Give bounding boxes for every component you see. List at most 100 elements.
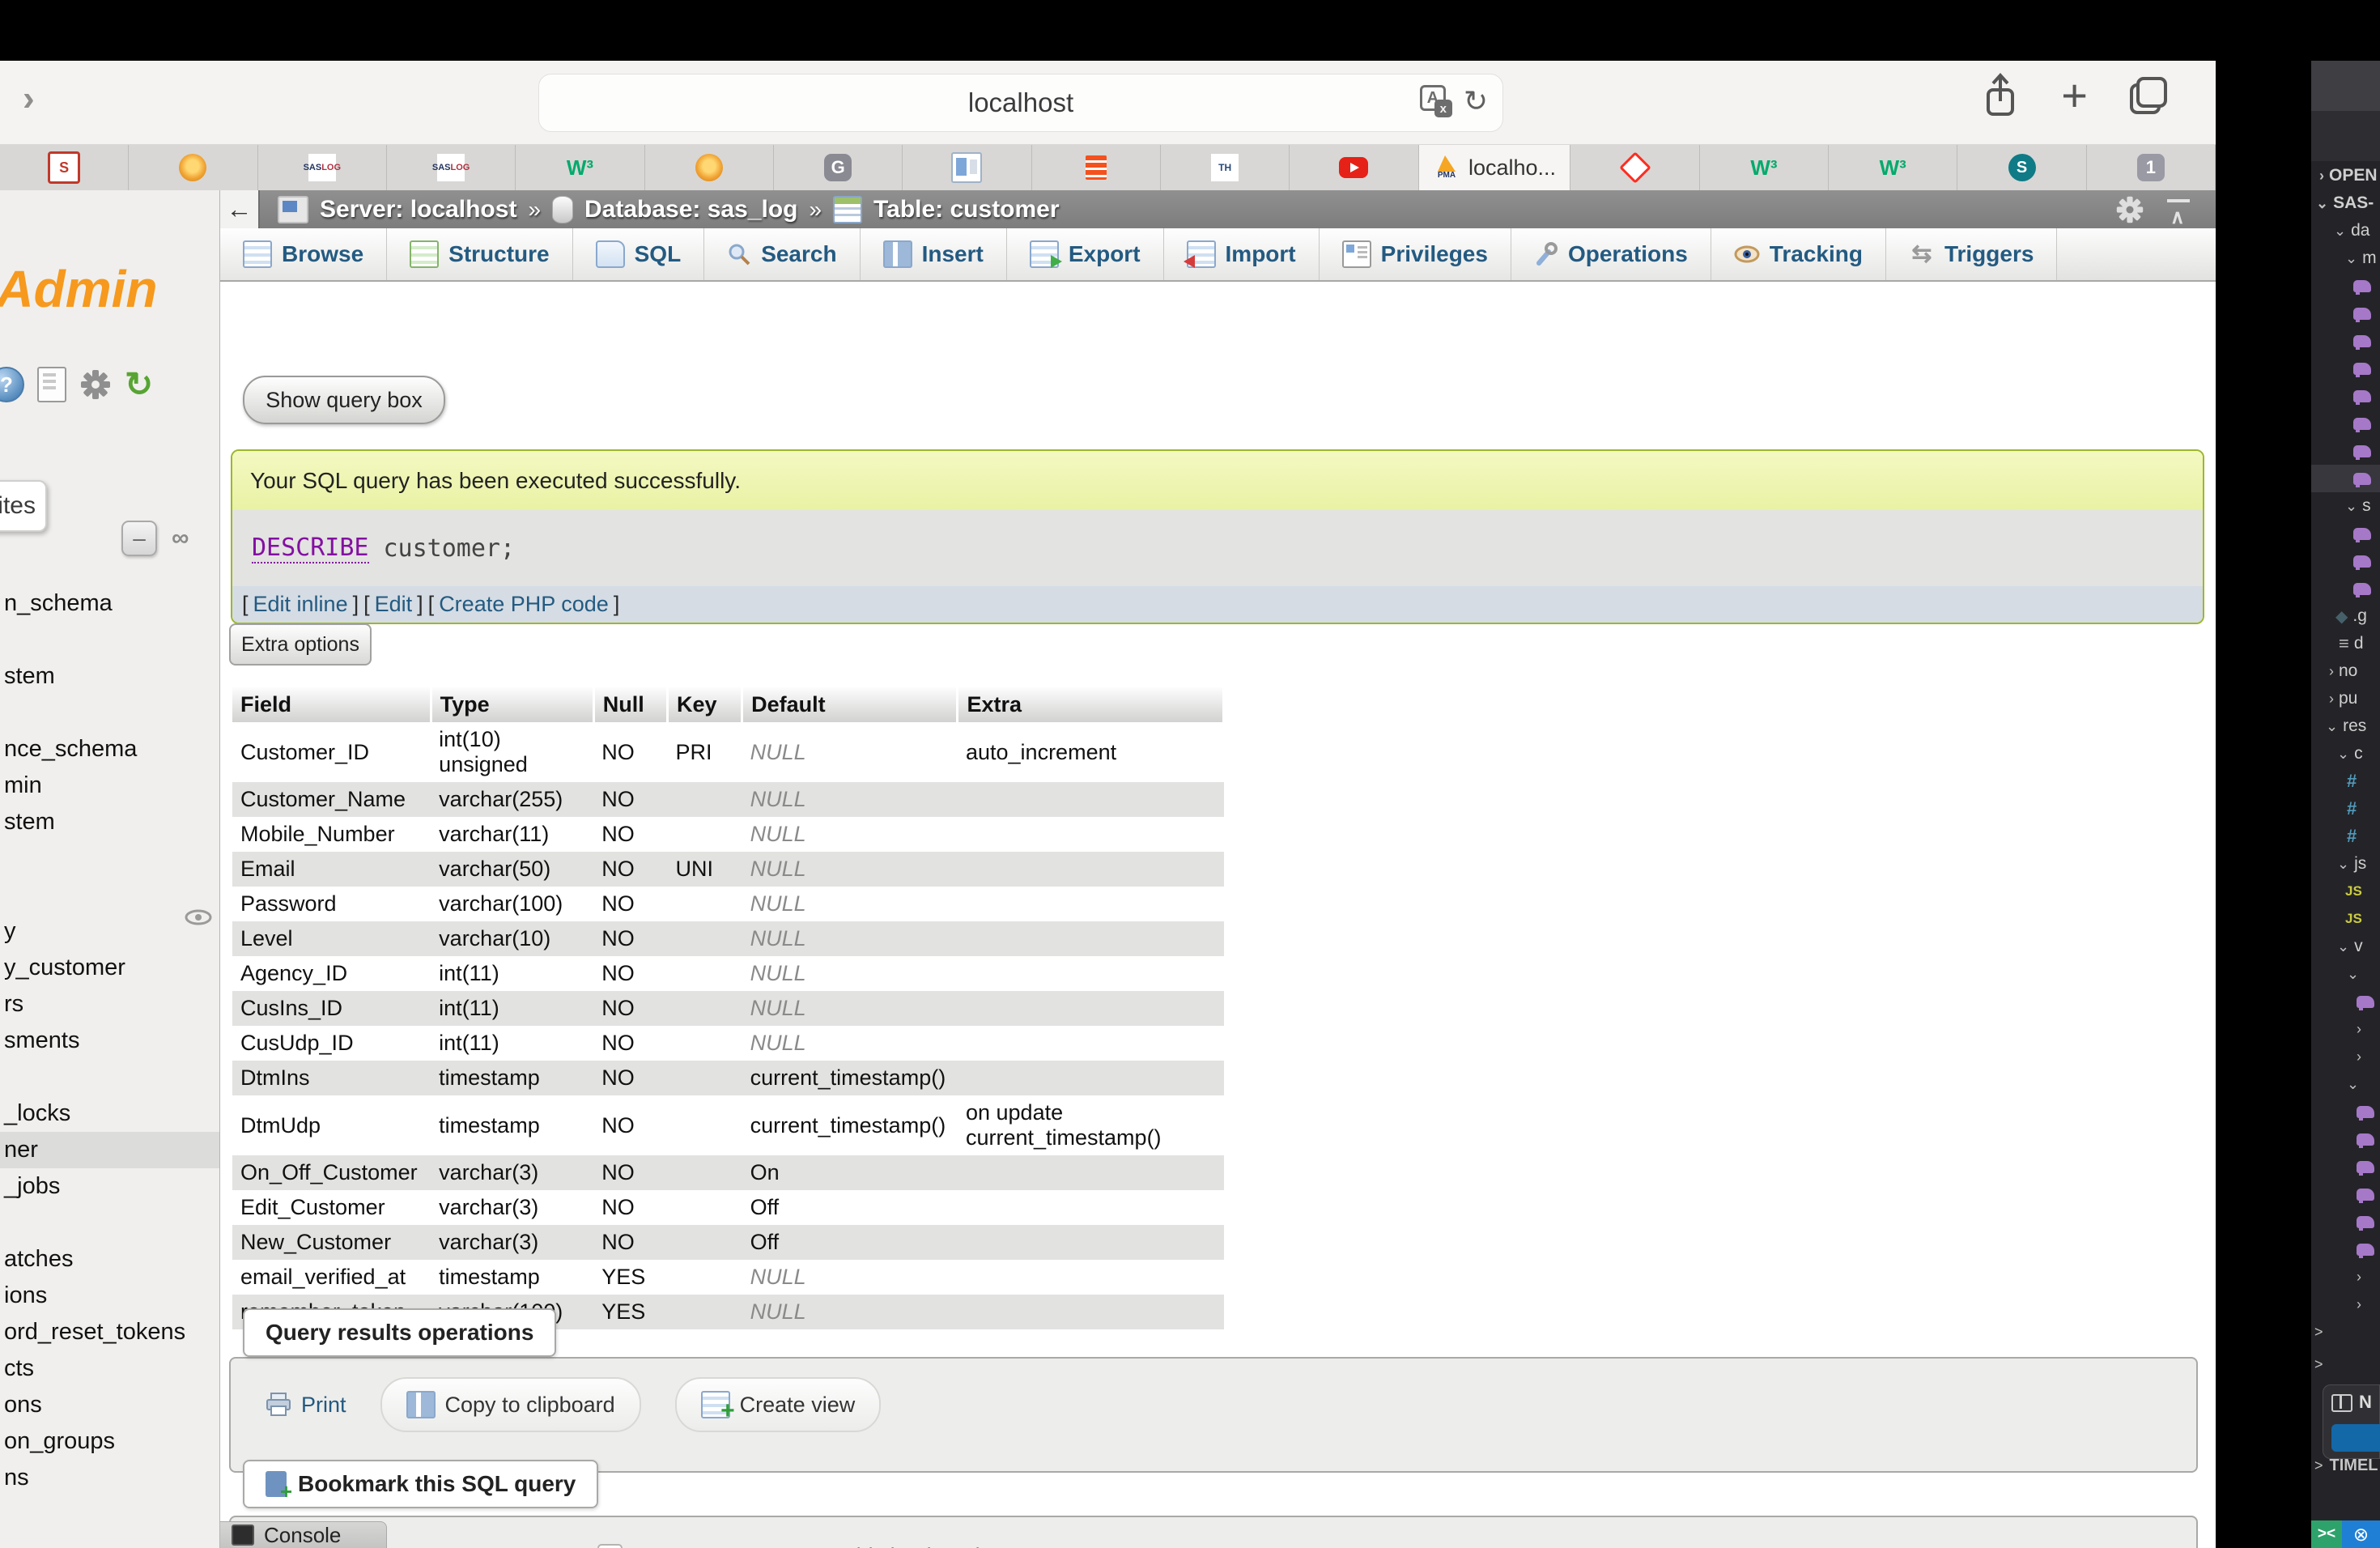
vscode-file-php[interactable] (2311, 272, 2380, 300)
sidebar-item-stem[interactable]: stem (0, 658, 219, 695)
vscode-file-php[interactable] (2311, 1153, 2380, 1180)
sidebar-item-sments[interactable]: sments (0, 1023, 219, 1059)
breadcrumb-database[interactable]: Database: sas_log (584, 196, 797, 223)
tab[interactable] (129, 145, 257, 190)
menu-tab-browse[interactable]: Browse (220, 228, 387, 280)
vscode-file-php[interactable] (2311, 355, 2380, 382)
breadcrumb-table[interactable]: Table: customer (873, 196, 1060, 223)
sidebar-item-ner[interactable]: ner (0, 1132, 219, 1168)
share-icon[interactable] (1982, 72, 2019, 119)
sidebar-item-rs[interactable]: rs (0, 986, 219, 1023)
tab[interactable]: SASLOG (387, 145, 516, 190)
breadcrumb-server[interactable]: Server: localhost (320, 196, 516, 223)
settings-gear-icon[interactable] (79, 368, 112, 401)
menu-tab-import[interactable]: Import (1164, 228, 1320, 280)
menu-tab-search[interactable]: Search (704, 228, 860, 280)
sidebar-item-min[interactable]: min (0, 768, 219, 804)
sidebar-item-nce_schema[interactable]: nce_schema (0, 731, 219, 768)
link-icon[interactable]: ∞ (172, 525, 189, 552)
tab[interactable] (1290, 145, 1418, 190)
vscode-folder[interactable]: › (2311, 1043, 2380, 1070)
vscode-file-css[interactable]: # (2311, 823, 2380, 850)
vscode-remote-indicator[interactable]: >< (2311, 1520, 2342, 1548)
show-query-box-button[interactable]: Show query box (243, 376, 445, 424)
tab[interactable]: G (774, 145, 903, 190)
vscode-section-chevron-icon[interactable]: > (2314, 1356, 2323, 1373)
vscode-folder[interactable]: ⌄v (2311, 933, 2380, 960)
menu-tab-tracking[interactable]: Tracking (1711, 228, 1886, 280)
tab[interactable]: W³ (516, 145, 644, 190)
tab[interactable]: W³ (1829, 145, 1957, 190)
vscode-file-php[interactable] (2311, 382, 2380, 410)
sidebar-chevron-icon[interactable]: › (23, 79, 35, 119)
vscode-file-php[interactable] (2311, 1208, 2380, 1235)
vscode-section-chevron-icon[interactable]: > (2314, 1324, 2323, 1341)
menu-tab-operations[interactable]: Operations (1511, 228, 1711, 280)
menu-tab-insert[interactable]: Insert (861, 228, 1007, 280)
vscode-file-js[interactable]: JS (2311, 905, 2380, 933)
menu-tab-triggers[interactable]: ⇆Triggers (1886, 228, 2057, 280)
sidebar-item-cts[interactable]: cts (0, 1350, 219, 1387)
new-tab-icon[interactable]: + (2061, 73, 2088, 118)
collapse-top-icon[interactable]: ∧ (2165, 198, 2193, 222)
tab[interactable]: TH (1161, 145, 1290, 190)
sidebar-item-_jobs[interactable]: _jobs (0, 1168, 219, 1205)
vscode-folder[interactable]: ⌄c (2311, 740, 2380, 768)
tab[interactable] (1570, 145, 1699, 190)
reload-icon[interactable]: ↻ (1464, 84, 1488, 118)
vscode-timeline-header[interactable]: > TIMEL (2314, 1457, 2378, 1475)
vscode-file-php[interactable] (2311, 300, 2380, 327)
sidebar-item-ns[interactable]: ns (0, 1460, 219, 1496)
help-icon[interactable]: ? (0, 367, 24, 402)
tab[interactable]: S (1957, 145, 2086, 190)
vscode-file-php[interactable] (2311, 465, 2380, 492)
vscode-file-list[interactable]: ≡d (2311, 630, 2380, 657)
vscode-folder[interactable]: ›no (2311, 657, 2380, 685)
vscode-folder[interactable]: ⌄ (2311, 960, 2380, 988)
menu-tab-sql[interactable]: SQL (573, 228, 705, 280)
create-view-button[interactable]: Create view (675, 1377, 882, 1432)
vscode-folder[interactable]: ⌄s (2311, 492, 2380, 520)
vscode-folder[interactable]: › (2311, 1291, 2380, 1318)
tab-overview-icon[interactable] (2130, 77, 2167, 114)
vscode-file-php[interactable] (2311, 520, 2380, 547)
vscode-file-php[interactable] (2311, 1180, 2380, 1208)
vscode-folder[interactable]: ⌄da (2311, 217, 2380, 245)
vscode-file-php[interactable] (2311, 1098, 2380, 1125)
edit-link-create-php-code[interactable]: Create PHP code (439, 592, 609, 617)
tab[interactable]: S (0, 145, 129, 190)
vscode-status-errors[interactable]: ⊗ (2342, 1520, 2380, 1548)
sidebar-item-n_schema[interactable]: n_schema (0, 585, 219, 622)
menu-tab-privileges[interactable]: Privileges (1320, 228, 1511, 280)
tab[interactable]: W³ (1700, 145, 1829, 190)
vscode-notification[interactable]: N (2323, 1384, 2380, 1459)
tab[interactable]: SASLOG (258, 145, 387, 190)
vscode-file-php[interactable] (2311, 547, 2380, 575)
menu-tab-structure[interactable]: Structure (387, 228, 572, 280)
refresh-icon[interactable]: ↻ (125, 368, 153, 402)
favorites-button[interactable]: rites (0, 480, 47, 532)
tab-active-phpmyadmin[interactable]: PMAlocalho... (1419, 145, 1571, 190)
sidebar-item-ions[interactable]: ions (0, 1278, 219, 1314)
vscode-file-php[interactable] (2311, 437, 2380, 465)
edit-link-edit-inline[interactable]: Edit inline (253, 592, 348, 617)
vscode-file-css[interactable]: # (2311, 768, 2380, 795)
page-settings-gear-icon[interactable] (2115, 195, 2144, 224)
sidebar-item-ons[interactable]: ons (0, 1387, 219, 1423)
vscode-file-git[interactable]: ◆.g (2311, 602, 2380, 630)
tab[interactable]: 1 (2087, 145, 2216, 190)
vscode-folder[interactable]: ›pu (2311, 685, 2380, 712)
vscode-folder[interactable]: ⌄js (2311, 850, 2380, 878)
sidebar-item-y_customer[interactable]: y_customer (0, 950, 219, 986)
vscode-file-php[interactable] (2311, 575, 2380, 602)
console-toggle[interactable]: Console (220, 1521, 387, 1548)
vscode-file-php[interactable] (2311, 410, 2380, 437)
sidebar-item-on_groups[interactable]: on_groups (0, 1423, 219, 1460)
vscode-file-php[interactable] (2311, 327, 2380, 355)
tab[interactable] (645, 145, 774, 190)
tab[interactable] (1032, 145, 1161, 190)
vscode-folder[interactable]: › (2311, 1015, 2380, 1043)
vscode-file-php[interactable] (2311, 988, 2380, 1015)
sidebar-item-ord_reset_tokens[interactable]: ord_reset_tokens (0, 1314, 219, 1350)
extra-options-button[interactable]: Extra options (229, 623, 372, 666)
